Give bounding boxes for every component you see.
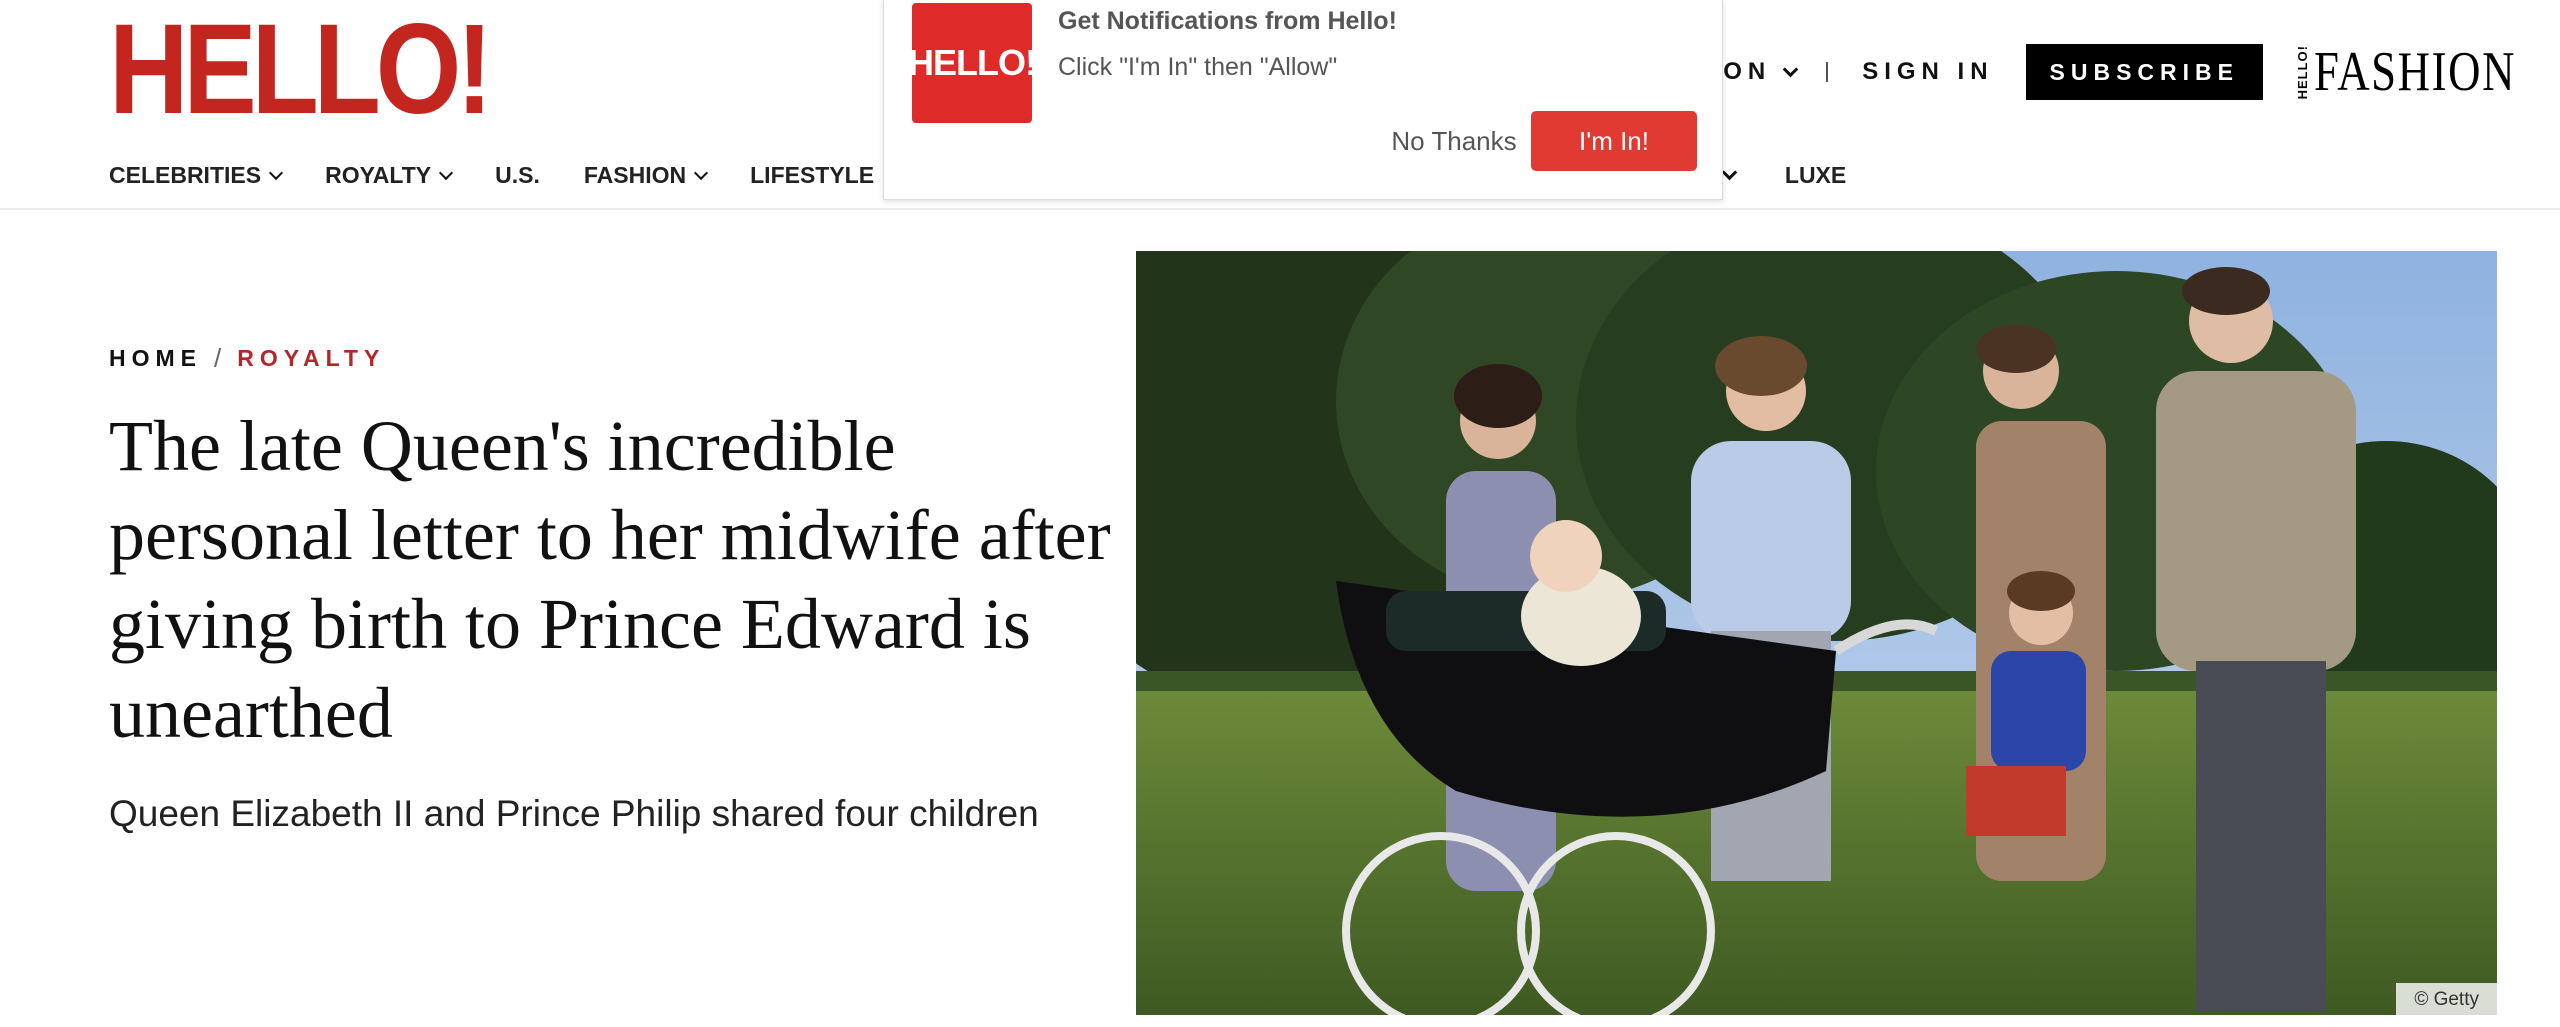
image-credit: © Getty: [2396, 983, 2497, 1015]
nav-item-us[interactable]: U.S.: [495, 162, 540, 189]
notification-prompt: HELLO! Get Notifications from Hello! Cli…: [883, 0, 1723, 200]
nav-item-label: FASHION: [583, 162, 687, 188]
nav-item-label: ROYALTY: [325, 162, 432, 188]
main-nav: CELEBRITIES ROYALTY U.S. FASHION LIFESTY…: [109, 162, 918, 189]
article-standfirst: Queen Elizabeth II and Prince Philip sha…: [109, 793, 1039, 834]
chevron-down-icon: [439, 165, 454, 180]
hello-logo[interactable]: HELLO!: [109, 6, 493, 134]
nav-item-celebrities[interactable]: CELEBRITIES: [109, 162, 284, 189]
nav-item-royalty[interactable]: ROYALTY: [325, 162, 454, 189]
breadcrumb-category[interactable]: ROYALTY: [237, 345, 385, 372]
breadcrumb-home[interactable]: HOME: [109, 345, 202, 372]
divider: [1826, 62, 1829, 82]
hello-fashion-logo[interactable]: HELLO! FASHION: [2295, 40, 2517, 104]
fashion-logo-small-text: HELLO!: [2295, 44, 2310, 100]
utility-bar: TION SIGN IN SUBSCRIBE HELLO! FASHION: [1690, 41, 2515, 103]
subscribe-button[interactable]: SUBSCRIBE: [2025, 44, 2263, 100]
chevron-down-icon: [1721, 164, 1738, 181]
article-headline: The late Queen's incredible personal let…: [109, 406, 1111, 753]
breadcrumb-separator: /: [214, 343, 222, 373]
hero-photo: [1136, 251, 2497, 1015]
nav-item-luxe[interactable]: LUXE: [1785, 162, 1846, 189]
notification-title: Get Notifications from Hello!: [1058, 7, 1397, 35]
notification-message: Click "I'm In" then "Allow": [1058, 53, 1338, 81]
breadcrumb: HOME / ROYALTY: [109, 343, 385, 374]
chevron-down-icon: [694, 165, 709, 180]
nav-item-label: LIFESTYLE: [750, 162, 875, 188]
im-in-button[interactable]: I'm In!: [1531, 111, 1697, 171]
hero-image: © Getty: [1136, 251, 2497, 1015]
sign-in-link[interactable]: SIGN IN: [1862, 58, 1993, 86]
fashion-logo-word: FASHION: [2314, 41, 2517, 103]
nav-item-label: CELEBRITIES: [109, 162, 262, 188]
chevron-down-icon: [1782, 61, 1799, 77]
chevron-down-icon: [269, 165, 284, 180]
nav-item-label: LUXE: [1784, 162, 1847, 188]
nav-item-label: U.S.: [495, 162, 540, 188]
nav-item-lifestyle[interactable]: LIFESTYLE: [750, 162, 874, 189]
notification-logo: HELLO!: [908, 3, 1037, 123]
nav-item-fashion[interactable]: FASHION: [583, 162, 709, 189]
